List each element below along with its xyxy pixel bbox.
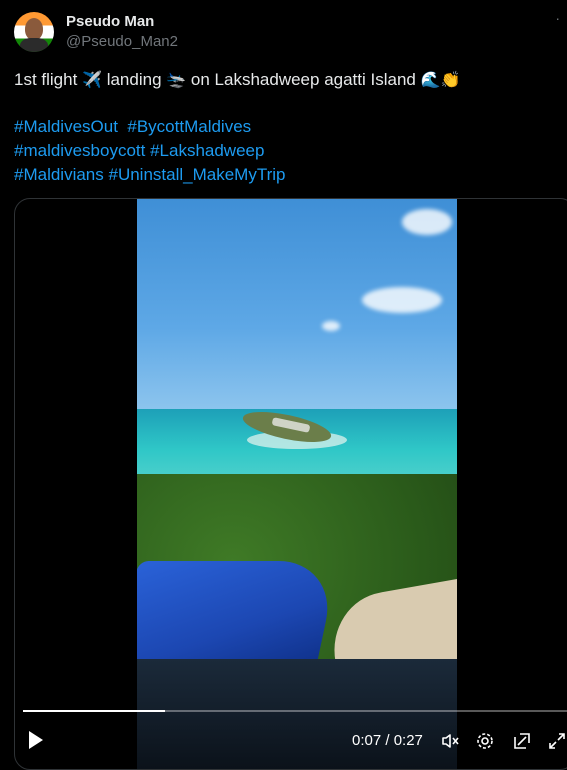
- hashtag-link[interactable]: #Lakshadweep: [150, 141, 264, 160]
- video-progress-bar[interactable]: [23, 710, 567, 712]
- video-wing: [137, 561, 339, 671]
- hashtag-line: #MaldivesOut #BycottMaldives: [14, 115, 285, 139]
- video-frame[interactable]: [137, 199, 457, 769]
- video-time: 0:07 / 0:27: [352, 732, 423, 749]
- mute-icon[interactable]: [440, 731, 460, 751]
- video-progress-fill: [23, 710, 166, 712]
- play-icon[interactable]: [29, 731, 43, 749]
- wave-icon: 🌊: [420, 72, 441, 89]
- clap-icon: 👏: [440, 72, 461, 89]
- avatar-face: [25, 18, 43, 40]
- author-name[interactable]: Pseudo Man: [66, 13, 154, 30]
- author-handle[interactable]: @Pseudo_Man2: [66, 33, 178, 50]
- hashtag-link[interactable]: #BycottMaldives: [127, 117, 251, 136]
- tweet-text: 1st flight ✈️ landing 🛬 on Lakshadweep a…: [14, 68, 460, 93]
- hashtag-link[interactable]: #Maldivians: [14, 165, 104, 184]
- more-icon[interactable]: ·: [555, 10, 561, 26]
- hashtag-line: #maldivesboycott #Lakshadweep: [14, 139, 285, 163]
- fullscreen-icon[interactable]: [547, 731, 567, 751]
- hashtag-link[interactable]: #Uninstall_MakeMyTrip: [109, 165, 286, 184]
- pip-icon[interactable]: [512, 731, 532, 751]
- tweet-text-part: 1st flight: [14, 70, 78, 89]
- avatar[interactable]: [14, 12, 54, 52]
- video-player[interactable]: 0:07 / 0:27: [14, 198, 567, 770]
- tweet-text-part: on Lakshadweep agatti Island: [190, 70, 416, 89]
- video-cockpit: [137, 659, 457, 769]
- gear-icon[interactable]: [475, 731, 495, 751]
- tweet-text-part: landing: [106, 70, 162, 89]
- hashtag-link[interactable]: #maldivesboycott: [14, 141, 145, 160]
- hashtags: #MaldivesOut #BycottMaldives #maldivesbo…: [14, 115, 285, 187]
- video-cloud: [362, 287, 442, 313]
- airplane-icon: ✈️: [82, 72, 102, 89]
- hashtag-line: #Maldivians #Uninstall_MakeMyTrip: [14, 163, 285, 187]
- video-cloud: [402, 209, 452, 235]
- hashtag-link[interactable]: #MaldivesOut: [14, 117, 118, 136]
- video-cloud: [322, 321, 340, 331]
- avatar-body: [20, 38, 48, 52]
- landing-icon: 🛬: [166, 72, 187, 89]
